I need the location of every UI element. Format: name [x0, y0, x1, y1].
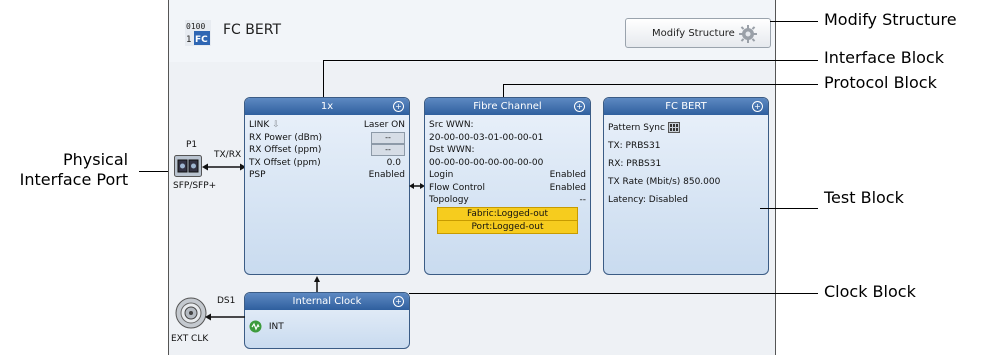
interface-protocol-arrow [409, 183, 425, 189]
protocol-block-header: Fibre Channel + [425, 98, 590, 115]
callout-physical-line2: Interface Port [19, 170, 129, 189]
leader-protocol-v [503, 84, 504, 97]
svg-text:0100: 0100 [186, 22, 205, 31]
topology-label: Topology [429, 195, 469, 205]
port-link-arrow [202, 163, 246, 171]
leader-clock [409, 293, 818, 294]
protocol-row-login: Login Enabled [429, 169, 586, 182]
bnc-connector-icon[interactable] [175, 297, 207, 329]
interface-row-tx-offset: TX Offset (ppm) 0.0 [249, 157, 405, 170]
title-bar: 0100 FC 1 FC BERT Modify Structure [169, 0, 775, 62]
psp-value: Enabled [368, 170, 405, 180]
clock-sync-icon [249, 320, 262, 333]
interface-row-link: LINK ⇩ Laser ON [249, 119, 405, 132]
tx-offset-label: TX Offset (ppm) [249, 157, 321, 168]
dst-wwn-label: Dst WWN: [429, 145, 475, 155]
leader-interface-v [323, 60, 324, 97]
ext-clock-arrow [205, 313, 245, 321]
callout-modify-structure: Modify Structure [824, 10, 957, 29]
callout-interface-block: Interface Block [824, 48, 944, 67]
port-name: P1 [186, 140, 198, 150]
expand-icon[interactable]: + [393, 296, 404, 307]
expand-icon[interactable]: + [574, 101, 585, 112]
interface-link-label: LINK [249, 120, 270, 130]
protocol-block-title: Fibre Channel [473, 101, 542, 112]
expand-icon[interactable]: + [752, 101, 763, 112]
rx-power-value: -- [371, 131, 405, 144]
leader-interface-h [323, 60, 818, 61]
leader-modify [770, 21, 818, 22]
clock-value: INT [268, 322, 284, 332]
clock-block-title: Internal Clock [292, 296, 362, 307]
callout-test-block: Test Block [824, 188, 904, 207]
svg-text:FC: FC [195, 35, 208, 45]
tx-pattern: TX: PRBS31 [608, 141, 661, 151]
pattern-sync-label: Pattern Sync [608, 123, 665, 133]
login-label: Login [429, 170, 454, 180]
callout-physical-line1: Physical [63, 150, 129, 169]
modify-structure-button[interactable]: Modify Structure [625, 18, 771, 48]
svg-text:1: 1 [186, 35, 191, 45]
src-wwn-label: Src WWN: [429, 120, 474, 130]
rx-offset-label: RX Offset (ppm) [249, 145, 322, 155]
link-down-arrow-icon: ⇩ [272, 120, 280, 130]
leader-test [760, 208, 818, 209]
clock-block[interactable]: Internal Clock + INT [244, 292, 410, 349]
pattern-sync-row: Pattern Sync [608, 119, 764, 137]
fc-app-icon: 0100 FC 1 [185, 20, 211, 46]
test-block[interactable]: FC BERT + Pattern Sync TX: PRBS31 RX: PR… [603, 97, 769, 275]
sfp-port-icon[interactable] [174, 155, 202, 177]
interface-link-value: Laser ON [363, 120, 405, 130]
protocol-block[interactable]: Fibre Channel + Src WWN: 20-00-00-03-01-… [424, 97, 591, 275]
test-block-title: FC BERT [665, 101, 707, 112]
protocol-row-flow-control: Flow Control Enabled [429, 182, 586, 195]
tx-offset-value: 0.0 [386, 157, 401, 168]
tx-rate: TX Rate (Mbit/s) 850.000 [608, 177, 721, 187]
application-panel: 0100 FC 1 FC BERT Modify Structure P1 TX… [168, 0, 776, 355]
login-value: Enabled [549, 170, 586, 180]
test-block-header: FC BERT + [604, 98, 768, 115]
ext-clock-name: DS1 [217, 296, 236, 306]
interface-row-rx-power: RX Power (dBm) -- [249, 131, 405, 145]
src-wwn-value: 20-00-00-03-01-00-00-01 [429, 132, 544, 143]
protocol-row-topology: Topology -- [429, 194, 586, 207]
gear-icon [739, 25, 757, 43]
modify-structure-label: Modify Structure [652, 28, 735, 39]
interface-block-title: 1x [320, 101, 334, 112]
psp-label: PSP [249, 170, 266, 180]
clock-block-header: Internal Clock + [245, 293, 409, 310]
rx-offset-value: -- [371, 144, 405, 156]
fabric-status-badge: Fabric:Logged-out [437, 206, 578, 221]
rx-power-label: RX Power (dBm) [249, 132, 323, 143]
flow-control-label: Flow Control [429, 182, 485, 193]
expand-icon[interactable]: + [393, 101, 404, 112]
callout-physical-interface-port: Physical Interface Port [20, 150, 129, 190]
callout-protocol-block: Protocol Block [824, 73, 937, 92]
interface-block-header: 1x + [245, 98, 409, 115]
interface-row-psp: PSP Enabled [249, 169, 405, 182]
ext-clock-label: EXT CLK [171, 334, 209, 344]
port-direction: TX/RX [214, 150, 242, 160]
app-title: FC BERT [223, 22, 281, 38]
interface-block[interactable]: 1x + LINK ⇩ Laser ON RX Power (dBm) -- R… [244, 97, 410, 275]
rx-pattern: RX: PRBS31 [608, 159, 662, 169]
dst-wwn-value: 00-00-00-00-00-00-00-00 [429, 157, 544, 168]
interface-row-rx-offset: RX Offset (ppm) -- [249, 144, 405, 157]
port-status-badge: Port:Logged-out [437, 220, 578, 234]
callout-clock-block: Clock Block [824, 282, 916, 301]
latency: Latency: Disabled [608, 195, 688, 205]
topology-value: -- [579, 195, 587, 205]
pattern-sync-icon [667, 122, 680, 133]
clock-interface-arrow [314, 276, 320, 292]
leader-protocol-h [503, 84, 818, 85]
flow-control-value: Enabled [549, 182, 586, 193]
port-type: SFP/SFP+ [173, 181, 217, 191]
